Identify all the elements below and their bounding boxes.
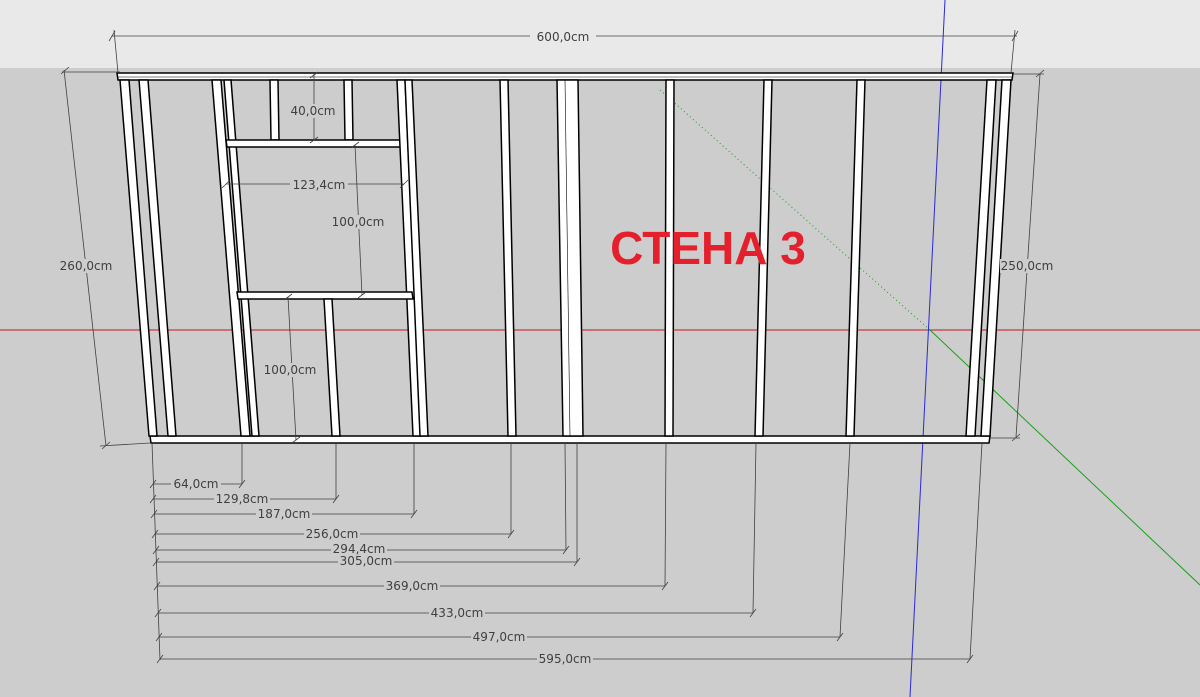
stud-offset-label: 369,0cm	[386, 579, 439, 593]
sketchup-viewport[interactable]: 600,0cm 260,0cm 250,0cm 40,0cm 123,4cm 1…	[0, 0, 1200, 697]
window-height-label: 100,0cm	[332, 215, 385, 229]
wall-frame-drawing: 600,0cm 260,0cm 250,0cm 40,0cm 123,4cm 1…	[0, 0, 1200, 697]
stud-offset-label: 129,8cm	[216, 492, 269, 506]
cripple-stud-2	[343, 79, 354, 141]
stud-offset-label: 187,0cm	[258, 507, 311, 521]
right-height-label: 250,0cm	[1001, 259, 1054, 273]
overall-width-label: 600,0cm	[537, 30, 590, 44]
left-height-label: 260,0cm	[60, 259, 113, 273]
window-width-label: 123,4cm	[293, 178, 346, 192]
stud-offset-label: 433,0cm	[431, 606, 484, 620]
stud-offset-label: 305,0cm	[340, 554, 393, 568]
sky-background	[0, 0, 1200, 68]
bottom-plate	[149, 435, 991, 444]
top-plate	[116, 72, 1014, 81]
sill-height-label: 100,0cm	[264, 363, 317, 377]
window-top-spacing-label: 40,0cm	[290, 104, 335, 118]
window-sill	[236, 291, 414, 300]
stud-offset-label: 497,0cm	[473, 630, 526, 644]
cripple-stud-1	[269, 79, 280, 141]
window-header	[225, 139, 407, 148]
wall-title: СТЕНА 3	[610, 222, 806, 274]
stud-offset-label: 256,0cm	[306, 527, 359, 541]
stud-offset-label: 595,0cm	[539, 652, 592, 666]
stud-offset-label: 64,0cm	[173, 477, 218, 491]
